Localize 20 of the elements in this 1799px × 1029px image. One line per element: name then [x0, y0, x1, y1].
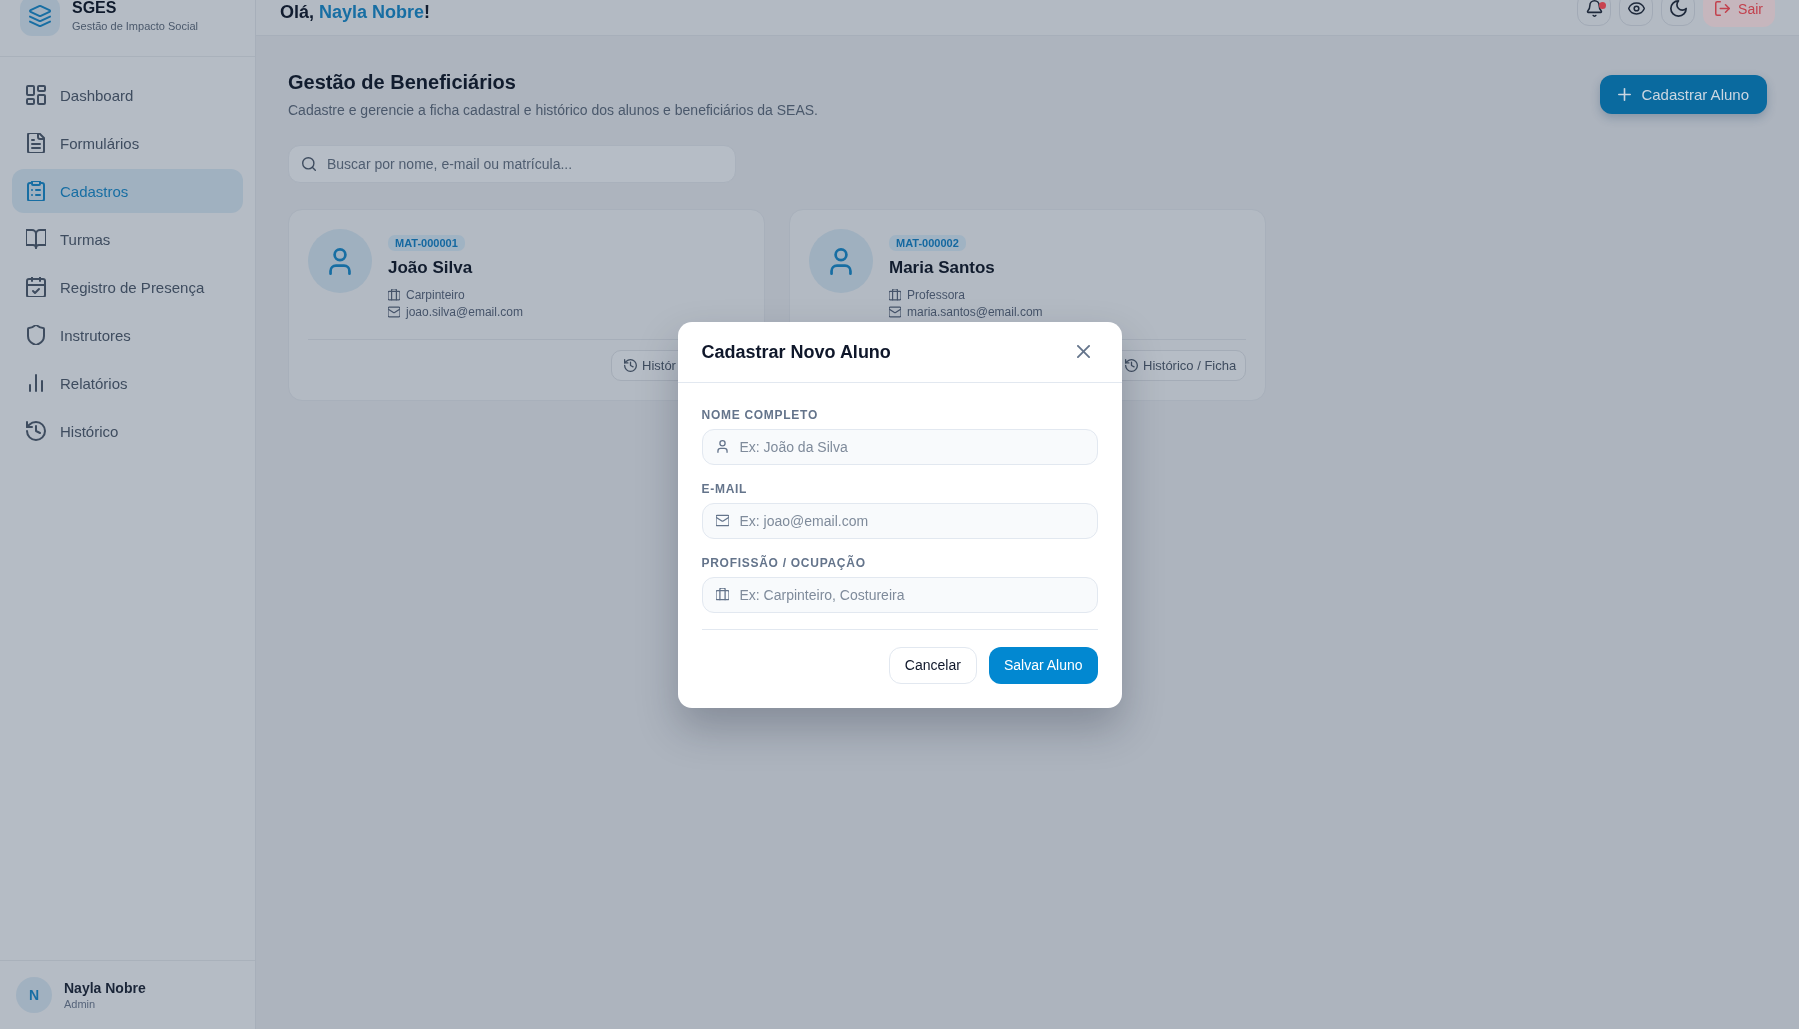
user-name: Nayla Nobre [64, 978, 146, 997]
field-label: NOME COMPLETO [701, 406, 819, 423]
user-role: Admin [64, 996, 97, 1012]
student-email: joao.silva@email.com [406, 305, 523, 319]
page-title: Gestão de Beneficiários [288, 70, 517, 95]
student-occupation: Carpinteiro [406, 287, 465, 303]
student-occupation: Professora [907, 287, 966, 303]
field-label: PROFISSÃO / OCUPAÇÃO [701, 554, 867, 571]
modal-title: Cadastrar Novo Aluno [701, 340, 891, 364]
registration-badge: MAT-000001 [388, 235, 465, 251]
user-avatar: N [16, 977, 52, 1013]
greeting-title: Olá, Nayla Nobre! [280, 2, 431, 23]
field-label: E-MAIL [701, 480, 749, 497]
student-name: João Silva [388, 257, 473, 279]
app-tagline: Gestão de Impacto Social [72, 19, 198, 34]
student-name: Maria Santos [889, 257, 995, 279]
registration-badge: MAT-000002 [889, 235, 966, 251]
student-email: maria.santos@email.com [907, 305, 1043, 319]
app-name: SGES [72, 0, 118, 18]
page-subtitle: Cadastre e gerencie a ficha cadastral e histórico dos alunos e beneficiários da SEAS. [288, 101, 818, 120]
